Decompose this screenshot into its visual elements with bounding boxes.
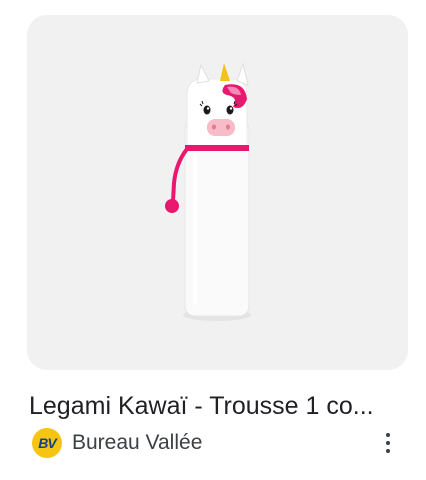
product-image[interactable] xyxy=(27,15,408,370)
more-vert-icon-dot xyxy=(386,449,390,453)
source-row[interactable]: BV Bureau Vallée xyxy=(29,427,202,459)
bureau-vallee-logo-icon: BV xyxy=(32,428,62,458)
product-title[interactable]: Legami Kawaï - Trousse 1 co... xyxy=(29,389,399,423)
more-vert-icon-dot xyxy=(386,441,390,445)
unicorn-pencil-case-image xyxy=(165,62,251,321)
source-name[interactable]: Bureau Vallée xyxy=(72,431,202,455)
product-card[interactable]: Legami Kawaï - Trousse 1 co... BV Bureau… xyxy=(0,0,426,480)
more-options-button[interactable] xyxy=(374,428,402,458)
more-vert-icon-dot xyxy=(386,433,390,437)
